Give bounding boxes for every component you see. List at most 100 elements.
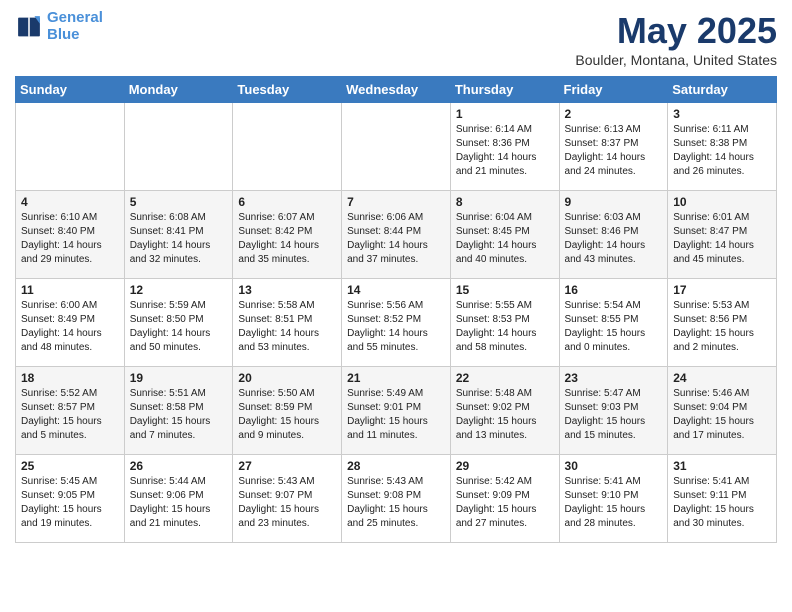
calendar-day-header: Tuesday — [233, 77, 342, 103]
calendar-cell: 14 Sunrise: 5:56 AM Sunset: 8:52 PM Dayli… — [342, 279, 451, 367]
calendar-cell — [233, 103, 342, 191]
day-info: Sunrise: 5:46 AM Sunset: 9:04 PM Dayligh… — [673, 387, 771, 443]
day-info: Sunrise: 5:51 AM Sunset: 8:58 PM Dayligh… — [130, 387, 228, 443]
day-number: 10 — [673, 195, 771, 209]
main-title: May 2025 — [575, 10, 777, 52]
day-number: 16 — [565, 283, 663, 297]
header: General Blue May 2025 Boulder, Montana, … — [15, 10, 777, 68]
day-number: 25 — [21, 459, 119, 473]
day-info: Sunrise: 5:41 AM Sunset: 9:11 PM Dayligh… — [673, 475, 771, 531]
calendar-cell: 8 Sunrise: 6:04 AM Sunset: 8:45 PM Daylig… — [450, 191, 559, 279]
day-info: Sunrise: 6:13 AM Sunset: 8:37 PM Dayligh… — [565, 123, 663, 179]
calendar-cell — [342, 103, 451, 191]
calendar-cell: 5Sunrise: 6:08 AM Sunset: 8:41 PM Daylig… — [124, 191, 233, 279]
calendar-cell: 15 Sunrise: 5:55 AM Sunset: 8:53 PM Dayli… — [450, 279, 559, 367]
day-number: 8 — [456, 195, 554, 209]
day-info: Sunrise: 5:49 AM Sunset: 9:01 PM Dayligh… — [347, 387, 445, 443]
calendar-day-header: Monday — [124, 77, 233, 103]
day-number: 15 — [456, 283, 554, 297]
day-number: 1 — [456, 107, 554, 121]
calendar-cell: 11 Sunrise: 6:00 AM Sunset: 8:49 PM Dayli… — [16, 279, 125, 367]
day-info: Sunrise: 5:52 AM Sunset: 8:57 PM Dayligh… — [21, 387, 119, 443]
calendar-cell: 22 Sunrise: 5:48 AM Sunset: 9:02 PM Dayli… — [450, 367, 559, 455]
logo-general: General — [47, 9, 103, 26]
calendar-cell: 19Sunrise: 5:51 AM Sunset: 8:58 PM Dayli… — [124, 367, 233, 455]
calendar-cell: 13Sunrise: 5:58 AM Sunset: 8:51 PM Dayli… — [233, 279, 342, 367]
day-info: Sunrise: 5:43 AM Sunset: 9:07 PM Dayligh… — [238, 475, 336, 531]
day-info: Sunrise: 6:03 AM Sunset: 8:46 PM Dayligh… — [565, 211, 663, 267]
day-info: Sunrise: 5:56 AM Sunset: 8:52 PM Dayligh… — [347, 299, 445, 355]
day-number: 7 — [347, 195, 445, 209]
logo: General Blue — [15, 10, 103, 43]
day-number: 3 — [673, 107, 771, 121]
logo-text: General Blue — [47, 10, 103, 43]
calendar-cell: 25 Sunrise: 5:45 AM Sunset: 9:05 PM Dayli… — [16, 455, 125, 543]
calendar-cell: 23 Sunrise: 5:47 AM Sunset: 9:03 PM Dayli… — [559, 367, 668, 455]
day-info: Sunrise: 5:48 AM Sunset: 9:02 PM Dayligh… — [456, 387, 554, 443]
day-info: Sunrise: 5:59 AM Sunset: 8:50 PM Dayligh… — [130, 299, 228, 355]
calendar-cell: 24Sunrise: 5:46 AM Sunset: 9:04 PM Dayli… — [668, 367, 777, 455]
calendar-cell: 17 Sunrise: 5:53 AM Sunset: 8:56 PM Dayli… — [668, 279, 777, 367]
day-info: Sunrise: 5:43 AM Sunset: 9:08 PM Dayligh… — [347, 475, 445, 531]
day-number: 23 — [565, 371, 663, 385]
day-info: Sunrise: 6:00 AM Sunset: 8:49 PM Dayligh… — [21, 299, 119, 355]
calendar-cell: 16 Sunrise: 5:54 AM Sunset: 8:55 PM Dayli… — [559, 279, 668, 367]
calendar-cell — [124, 103, 233, 191]
day-info: Sunrise: 5:54 AM Sunset: 8:55 PM Dayligh… — [565, 299, 663, 355]
calendar-week-row: 11 Sunrise: 6:00 AM Sunset: 8:49 PM Dayli… — [16, 279, 777, 367]
calendar-cell: 31Sunrise: 5:41 AM Sunset: 9:11 PM Dayli… — [668, 455, 777, 543]
title-block: May 2025 Boulder, Montana, United States — [575, 10, 777, 68]
calendar-week-row: 25 Sunrise: 5:45 AM Sunset: 9:05 PM Dayli… — [16, 455, 777, 543]
calendar-cell: 6Sunrise: 6:07 AM Sunset: 8:42 PM Daylig… — [233, 191, 342, 279]
calendar-cell: 1 Sunrise: 6:14 AM Sunset: 8:36 PM Daylig… — [450, 103, 559, 191]
day-info: Sunrise: 5:53 AM Sunset: 8:56 PM Dayligh… — [673, 299, 771, 355]
calendar-cell: 29Sunrise: 5:42 AM Sunset: 9:09 PM Dayli… — [450, 455, 559, 543]
day-info: Sunrise: 5:45 AM Sunset: 9:05 PM Dayligh… — [21, 475, 119, 531]
calendar-table: SundayMondayTuesdayWednesdayThursdayFrid… — [15, 76, 777, 543]
calendar-day-header: Sunday — [16, 77, 125, 103]
calendar-cell: 20 Sunrise: 5:50 AM Sunset: 8:59 PM Dayli… — [233, 367, 342, 455]
day-number: 18 — [21, 371, 119, 385]
day-info: Sunrise: 5:55 AM Sunset: 8:53 PM Dayligh… — [456, 299, 554, 355]
day-number: 4 — [21, 195, 119, 209]
day-info: Sunrise: 5:42 AM Sunset: 9:09 PM Dayligh… — [456, 475, 554, 531]
calendar-cell: 30 Sunrise: 5:41 AM Sunset: 9:10 PM Dayli… — [559, 455, 668, 543]
day-info: Sunrise: 6:14 AM Sunset: 8:36 PM Dayligh… — [456, 123, 554, 179]
calendar-day-header: Thursday — [450, 77, 559, 103]
day-info: Sunrise: 6:10 AM Sunset: 8:40 PM Dayligh… — [21, 211, 119, 267]
day-info: Sunrise: 6:01 AM Sunset: 8:47 PM Dayligh… — [673, 211, 771, 267]
day-info: Sunrise: 5:41 AM Sunset: 9:10 PM Dayligh… — [565, 475, 663, 531]
calendar-cell: 2Sunrise: 6:13 AM Sunset: 8:37 PM Daylig… — [559, 103, 668, 191]
calendar-week-row: 18 Sunrise: 5:52 AM Sunset: 8:57 PM Dayli… — [16, 367, 777, 455]
day-info: Sunrise: 6:08 AM Sunset: 8:41 PM Dayligh… — [130, 211, 228, 267]
day-info: Sunrise: 6:11 AM Sunset: 8:38 PM Dayligh… — [673, 123, 771, 179]
calendar-cell: 28 Sunrise: 5:43 AM Sunset: 9:08 PM Dayli… — [342, 455, 451, 543]
day-number: 22 — [456, 371, 554, 385]
day-number: 28 — [347, 459, 445, 473]
calendar-day-header: Saturday — [668, 77, 777, 103]
calendar-week-row: 4 Sunrise: 6:10 AM Sunset: 8:40 PM Daylig… — [16, 191, 777, 279]
calendar-cell: 10 Sunrise: 6:01 AM Sunset: 8:47 PM Dayli… — [668, 191, 777, 279]
calendar-day-header: Wednesday — [342, 77, 451, 103]
day-number: 17 — [673, 283, 771, 297]
day-number: 20 — [238, 371, 336, 385]
calendar-week-row: 1 Sunrise: 6:14 AM Sunset: 8:36 PM Daylig… — [16, 103, 777, 191]
calendar-day-header: Friday — [559, 77, 668, 103]
page: General Blue May 2025 Boulder, Montana, … — [0, 0, 792, 558]
calendar-cell: 26Sunrise: 5:44 AM Sunset: 9:06 PM Dayli… — [124, 455, 233, 543]
day-info: Sunrise: 6:04 AM Sunset: 8:45 PM Dayligh… — [456, 211, 554, 267]
calendar-cell: 7 Sunrise: 6:06 AM Sunset: 8:44 PM Daylig… — [342, 191, 451, 279]
day-number: 6 — [238, 195, 336, 209]
day-number: 21 — [347, 371, 445, 385]
calendar-cell: 27 Sunrise: 5:43 AM Sunset: 9:07 PM Dayli… — [233, 455, 342, 543]
calendar-cell: 21 Sunrise: 5:49 AM Sunset: 9:01 PM Dayli… — [342, 367, 451, 455]
day-number: 14 — [347, 283, 445, 297]
day-info: Sunrise: 5:47 AM Sunset: 9:03 PM Dayligh… — [565, 387, 663, 443]
day-number: 11 — [21, 283, 119, 297]
day-info: Sunrise: 6:06 AM Sunset: 8:44 PM Dayligh… — [347, 211, 445, 267]
day-number: 30 — [565, 459, 663, 473]
calendar-cell: 9Sunrise: 6:03 AM Sunset: 8:46 PM Daylig… — [559, 191, 668, 279]
calendar-cell: 18 Sunrise: 5:52 AM Sunset: 8:57 PM Dayli… — [16, 367, 125, 455]
day-info: Sunrise: 5:50 AM Sunset: 8:59 PM Dayligh… — [238, 387, 336, 443]
day-number: 27 — [238, 459, 336, 473]
